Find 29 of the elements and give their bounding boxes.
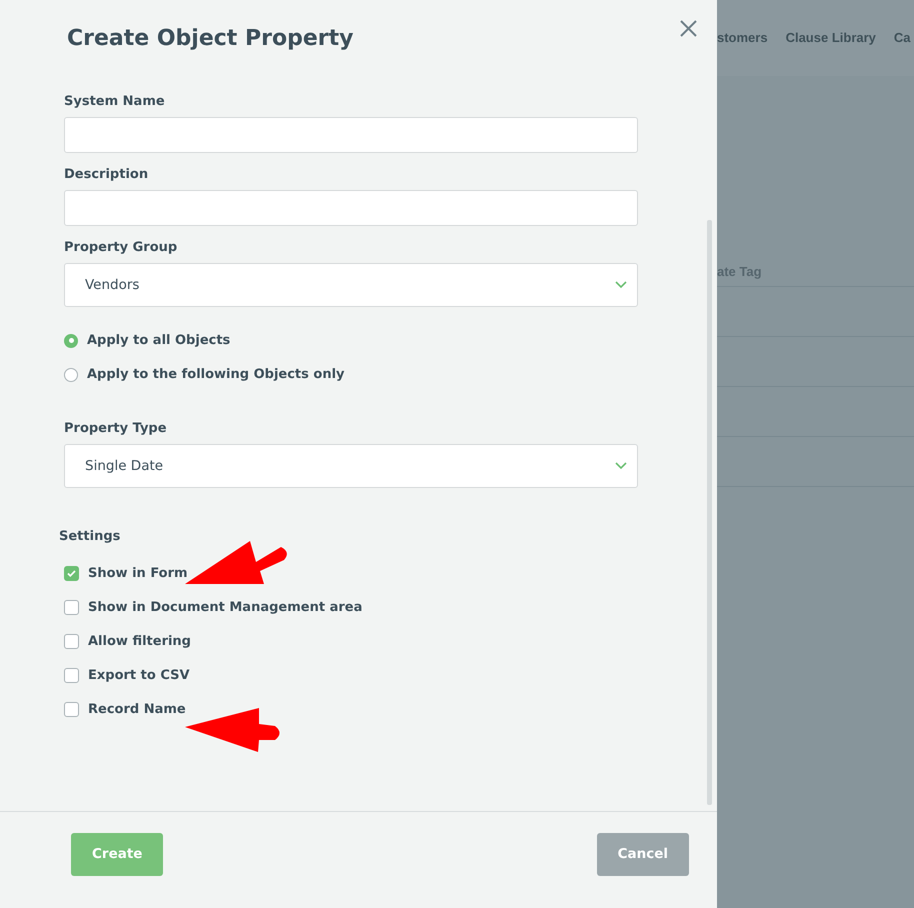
field-label: Property Group (64, 240, 178, 255)
chevron-down-icon (615, 462, 627, 470)
checkbox[interactable] (64, 566, 79, 581)
checkmark-icon (67, 570, 76, 577)
radio-button[interactable] (64, 334, 78, 348)
field-label: Property Type (64, 421, 167, 436)
checkbox-label[interactable]: Show in Form (88, 566, 188, 581)
checkbox-label[interactable]: Record Name (88, 702, 186, 717)
checkbox-label[interactable]: Show in Document Management area (88, 600, 362, 615)
checkbox-label[interactable]: Allow filtering (88, 634, 191, 649)
field-label: Description (64, 167, 148, 182)
radio-button[interactable] (64, 368, 78, 382)
field-label: System Name (64, 94, 165, 109)
dialog-title: Create Object Property (67, 26, 354, 53)
scrollbar[interactable] (707, 220, 712, 805)
chevron-down-icon (615, 281, 627, 289)
checkbox[interactable] (64, 600, 79, 615)
checkbox[interactable] (64, 668, 79, 683)
section-label: Settings (59, 529, 120, 544)
text-field[interactable] (64, 190, 638, 226)
text-field[interactable] (64, 117, 638, 153)
dropdown[interactable]: Vendors (64, 263, 638, 307)
dropdown[interactable]: Single Date (64, 444, 638, 488)
radio-label[interactable]: Apply to all Objects (87, 333, 230, 348)
radio-label[interactable]: Apply to the following Objects only (87, 367, 345, 382)
checkbox[interactable] (64, 634, 79, 649)
checkbox[interactable] (64, 702, 79, 717)
checkbox-label[interactable]: Export to CSV (88, 668, 190, 683)
close-icon[interactable] (679, 19, 698, 38)
